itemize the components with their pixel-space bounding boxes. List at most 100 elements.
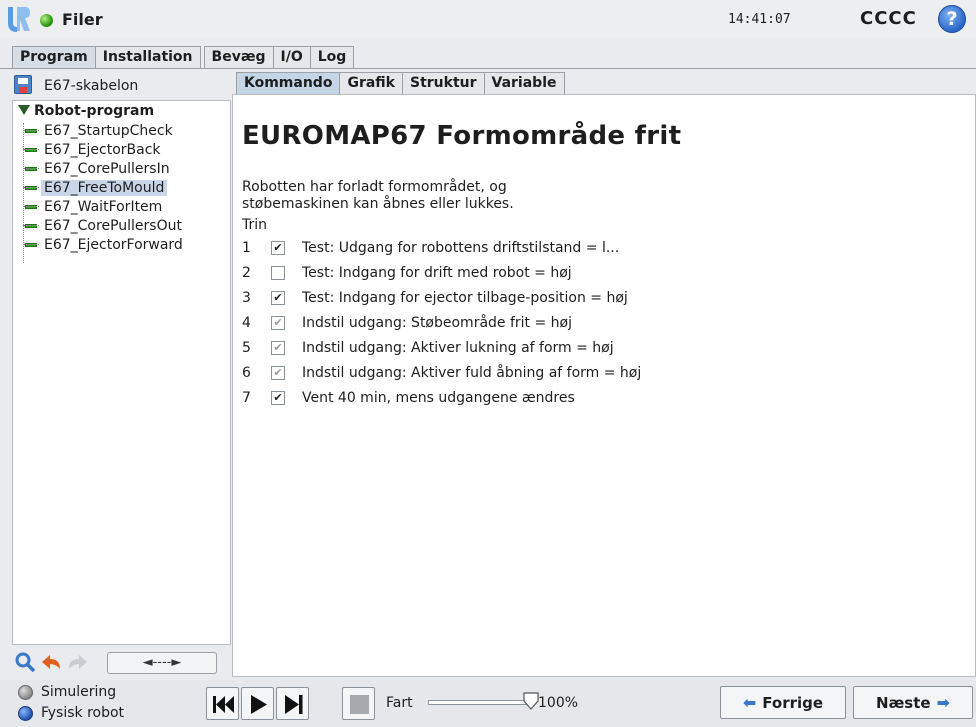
step-row[interactable]: 4 ✔ Indstil udgang: Støbeområde frit = høj xyxy=(242,310,641,335)
tab-program[interactable]: Program xyxy=(12,46,96,68)
step-text: Test: Indgang for ejector tilbage-positi… xyxy=(302,289,628,306)
tree-item-label: E67_EjectorBack xyxy=(44,141,161,158)
tab-bevaeg[interactable]: Bevæg xyxy=(203,46,274,68)
step-number: 7 xyxy=(242,389,251,406)
steps-list: 1 ✔ Test: Udgang for robottens driftstilst… xyxy=(242,235,641,410)
stop-button[interactable] xyxy=(342,687,375,720)
program-tree[interactable]: Robot-program E67_StartupCheck E67_Eject… xyxy=(12,100,231,645)
step-number: 1 xyxy=(242,239,251,256)
tree-item-label: E67_CorePullersOut xyxy=(44,217,182,234)
move-button[interactable]: ◄----► xyxy=(107,652,217,674)
tab-kommando[interactable]: Kommando xyxy=(236,72,341,94)
step-number: 4 xyxy=(242,314,251,331)
step-checkbox[interactable]: ✔ xyxy=(271,290,285,305)
step-checkbox[interactable] xyxy=(271,265,285,280)
redo-icon[interactable] xyxy=(67,652,89,674)
undo-icon[interactable] xyxy=(40,652,62,674)
step-row[interactable]: 3 ✔ Test: Indgang for ejector tilbage-posi… xyxy=(242,285,641,310)
rewind-button[interactable] xyxy=(206,687,239,720)
description-line-2: støbemaskinen kan åbnes eller lukkes. xyxy=(242,196,514,212)
tree-item-label: E67_FreeToMould xyxy=(41,179,168,196)
step-row[interactable]: 5 ✔ Indstil udgang: Aktiver lukning af for… xyxy=(242,335,641,360)
step-row[interactable]: 1 ✔ Test: Udgang for robottens driftstilst… xyxy=(242,235,641,260)
tree-item-ejector-forward[interactable]: E67_EjectorForward xyxy=(23,235,186,254)
description-line-1: Robotten har forladt formområdet, og xyxy=(242,179,507,195)
file-name: E67-skabelon xyxy=(44,78,139,94)
speed-label: Fart xyxy=(386,695,413,711)
radio-icon[interactable] xyxy=(18,705,33,721)
tree-item-label: E67_EjectorForward xyxy=(44,236,183,253)
step-number: 6 xyxy=(242,364,251,381)
step-text: Indstil udgang: Aktiver fuld åbning af f… xyxy=(302,364,642,381)
radio-icon[interactable] xyxy=(18,684,33,700)
arrow-right-icon: ➡ xyxy=(936,693,950,712)
tree-item-core-pullers-out[interactable]: E67_CorePullersOut xyxy=(23,216,186,235)
step-text: Indstil udgang: Støbeområde frit = høj xyxy=(302,314,573,331)
tab-struktur[interactable]: Struktur xyxy=(401,72,485,94)
step-text: Vent 40 min, mens udgangene ændres xyxy=(302,389,575,406)
command-description: Robotten har forladt formområdet, og stø… xyxy=(242,179,642,213)
top-bar: Filer 14:41:07 CCCC ? xyxy=(0,0,976,38)
step-forward-icon xyxy=(285,695,303,714)
program-tree-panel: E67-skabelon Robot-program E67_StartupCh… xyxy=(12,72,231,677)
status-icon xyxy=(40,14,53,27)
next-label: Næste xyxy=(876,693,931,712)
sub-tabs: Kommando Grafik Struktur Variable xyxy=(236,72,565,94)
previous-button[interactable]: ⬅ Forrige xyxy=(720,686,846,719)
tree-item-core-pullers-in[interactable]: E67_CorePullersIn xyxy=(23,159,186,178)
tab-io[interactable]: I/O xyxy=(272,46,311,68)
step-row[interactable]: 6 ✔ Indstil udgang: Aktiver fuld åbning af… xyxy=(242,360,641,385)
step-text: Indstil udgang: Aktiver lukning af form … xyxy=(302,339,614,356)
command-content: EUROMAP67 Formområde frit Robotten har f… xyxy=(232,94,976,677)
stop-icon xyxy=(350,695,369,714)
mode-real-label: Fysisk robot xyxy=(41,705,125,721)
skip-back-icon xyxy=(213,696,234,713)
tab-installation[interactable]: Installation xyxy=(94,46,201,68)
mode-real-robot[interactable]: Fysisk robot xyxy=(18,705,124,721)
tree-root[interactable]: Robot-program xyxy=(18,103,154,119)
ur-logo-icon[interactable] xyxy=(6,5,32,33)
mode-simulation-label: Simulering xyxy=(41,684,117,700)
help-icon[interactable]: ? xyxy=(938,5,966,33)
tab-grafik[interactable]: Grafik xyxy=(339,72,403,94)
tab-log[interactable]: Log xyxy=(309,46,355,68)
tree-item-label: E67_WaitForItem xyxy=(44,198,163,215)
speed-slider[interactable] xyxy=(428,700,528,705)
tree-item-free-to-mould[interactable]: E67_FreeToMould xyxy=(23,178,186,197)
step-row[interactable]: 7 ✔ Vent 40 min, mens udgangene ændres xyxy=(242,385,641,410)
play-icon xyxy=(251,695,267,714)
arrow-left-icon: ⬅ xyxy=(742,693,757,712)
step-row[interactable]: 2 Test: Indgang for drift med robot = høj xyxy=(242,260,641,285)
step-button[interactable] xyxy=(276,687,309,720)
tab-divider xyxy=(0,68,976,69)
step-checkbox[interactable]: ✔ xyxy=(271,390,285,405)
tree-item-ejector-back[interactable]: E67_EjectorBack xyxy=(23,140,186,159)
save-icon[interactable] xyxy=(14,75,32,94)
expand-triangle-icon[interactable] xyxy=(18,105,30,115)
step-checkbox[interactable]: ✔ xyxy=(271,240,285,255)
command-panel: Kommando Grafik Struktur Variable EUROMA… xyxy=(232,72,976,677)
step-checkbox[interactable]: ✔ xyxy=(271,365,285,380)
step-number: 3 xyxy=(242,289,251,306)
main-tabs: Program Installation Bevæg I/O Log xyxy=(12,46,355,68)
tree-items: E67_StartupCheck E67_EjectorBack E67_Cor… xyxy=(23,121,186,254)
tree-item-wait-for-item[interactable]: E67_WaitForItem xyxy=(23,197,186,216)
command-heading: EUROMAP67 Formområde frit xyxy=(242,121,682,151)
step-text: Test: Indgang for drift med robot = høj xyxy=(302,264,572,281)
steps-header: Trin xyxy=(242,217,268,233)
tree-root-label: Robot-program xyxy=(34,103,155,119)
search-icon[interactable] xyxy=(14,651,36,673)
mode-simulation[interactable]: Simulering xyxy=(18,684,116,700)
step-checkbox[interactable]: ✔ xyxy=(271,340,285,355)
play-button[interactable] xyxy=(241,687,274,720)
clock: 14:41:07 xyxy=(728,12,791,27)
step-number: 5 xyxy=(242,339,251,356)
step-checkbox[interactable]: ✔ xyxy=(271,315,285,330)
tree-item-startup-check[interactable]: E67_StartupCheck xyxy=(23,121,186,140)
step-number: 2 xyxy=(242,264,251,281)
next-button[interactable]: Næste ➡ xyxy=(853,686,973,719)
tree-item-label: E67_CorePullersIn xyxy=(44,160,170,177)
tab-variable[interactable]: Variable xyxy=(483,72,565,94)
bottom-bar: Simulering Fysisk robot Fart 100% ⬅ Forri… xyxy=(0,680,976,727)
app-title[interactable]: Filer xyxy=(62,10,103,29)
